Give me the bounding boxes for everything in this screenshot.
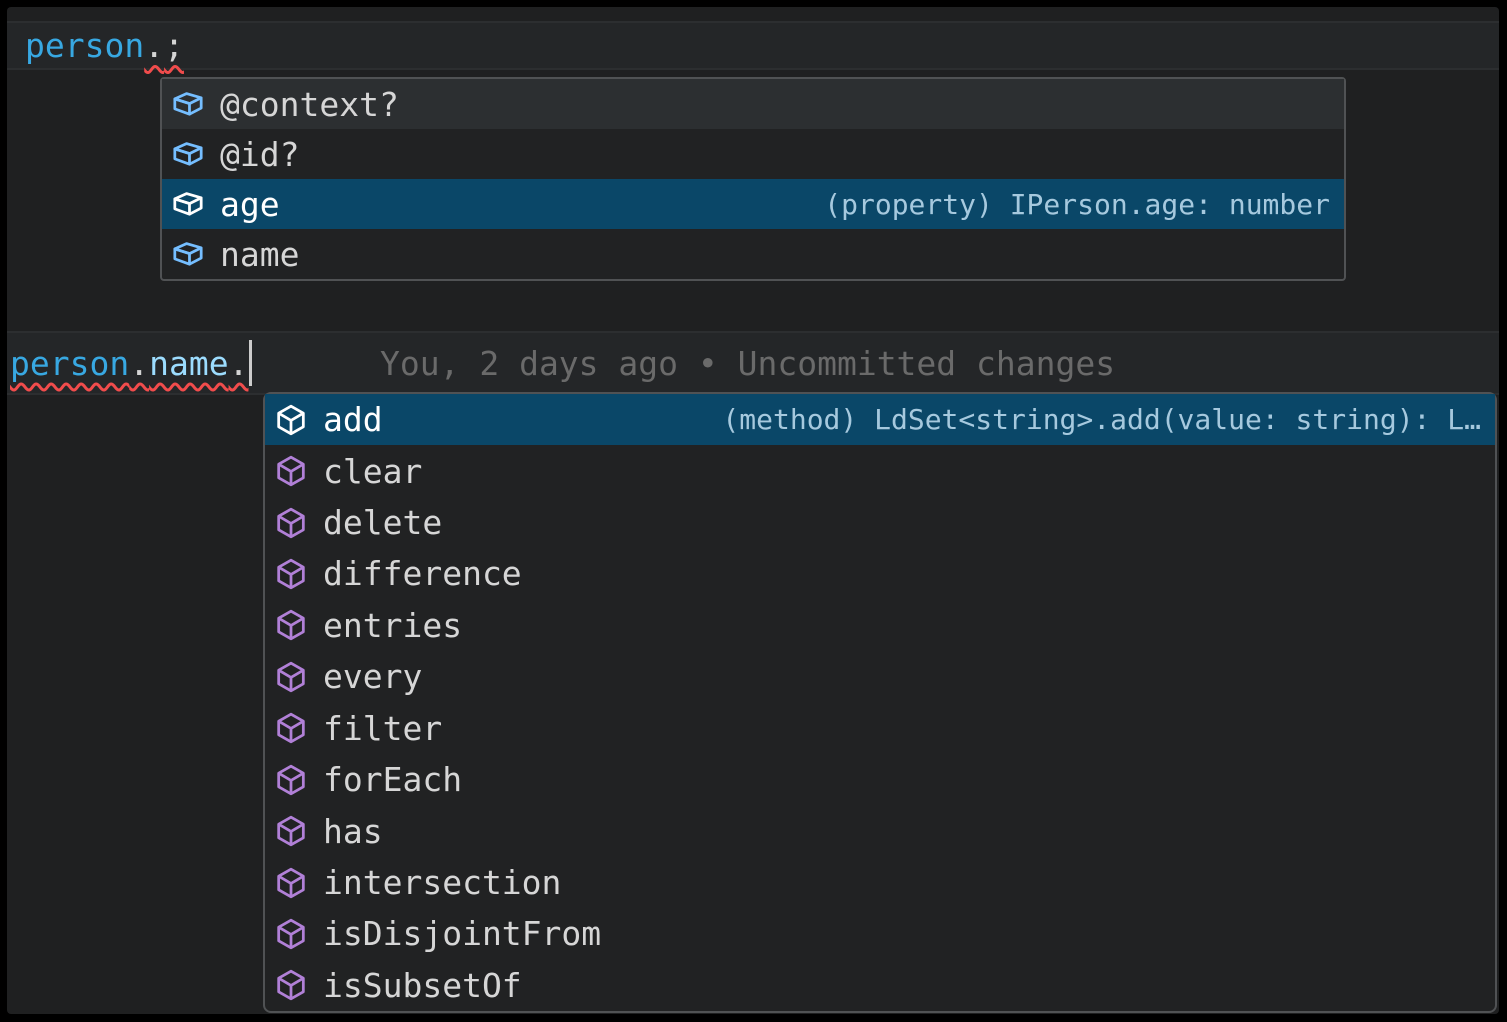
suggestion-label: delete [323, 503, 442, 542]
suggest-widget-properties: @context? @id? age (property) IPerson.ag… [160, 77, 1346, 281]
suggestion-detail: (method) LdSet<string>.add(value: string… [702, 403, 1481, 436]
suggestion-label: clear [323, 452, 422, 491]
code-editor[interactable]: person.; @context? @id? age (proper [7, 7, 1499, 1014]
suggestion-label: add [323, 400, 383, 439]
git-blame-annotation: You, 2 days ago • Uncommitted changes [380, 333, 1115, 393]
suggestion-item[interactable]: @context? [162, 79, 1344, 129]
suggest-widget-methods: add (method) LdSet<string>.add(value: st… [263, 392, 1497, 1013]
suggestion-item-selected[interactable]: age (property) IPerson.age: number [162, 179, 1344, 229]
symbol-method-icon [274, 403, 308, 437]
symbol-method-icon [274, 814, 308, 848]
text-cursor [249, 340, 252, 386]
code-token-dot: . [144, 26, 164, 65]
code-token-semicolon: ; [164, 26, 184, 65]
symbol-method-icon [274, 968, 308, 1002]
code-line-person-name[interactable]: person.name. [10, 333, 252, 393]
suggestion-item[interactable]: filter [265, 703, 1495, 754]
suggestion-label: @context? [220, 85, 399, 124]
suggestion-item[interactable]: entries [265, 600, 1495, 651]
symbol-field-icon [171, 187, 205, 221]
suggestion-label: intersection [323, 863, 561, 902]
suggestion-label: every [323, 657, 422, 696]
code-token-variable: person [25, 26, 144, 65]
symbol-field-icon [171, 237, 205, 271]
symbol-method-icon [274, 917, 308, 951]
symbol-method-icon [274, 608, 308, 642]
symbol-field-icon [171, 137, 205, 171]
suggestion-label: difference [323, 554, 522, 593]
code-token-dot: . [229, 344, 249, 383]
suggestion-item[interactable]: difference [265, 548, 1495, 599]
suggestion-item[interactable]: forEach [265, 754, 1495, 805]
suggestion-label: isSubsetOf [323, 966, 522, 1005]
suggestion-label: forEach [323, 760, 462, 799]
symbol-method-icon [274, 506, 308, 540]
suggestion-item-selected[interactable]: add (method) LdSet<string>.add(value: st… [265, 394, 1495, 445]
suggestion-label: filter [323, 709, 442, 748]
suggestion-item[interactable]: clear [265, 445, 1495, 496]
symbol-method-icon [274, 763, 308, 797]
suggestion-label: entries [323, 606, 462, 645]
symbol-method-icon [274, 660, 308, 694]
suggestion-item[interactable]: every [265, 651, 1495, 702]
suggestion-item[interactable]: name [162, 229, 1344, 279]
suggestion-item[interactable]: intersection [265, 857, 1495, 908]
suggestion-item[interactable]: isSubsetOf [265, 960, 1495, 1011]
suggestion-label: name [220, 235, 299, 274]
suggestion-label: isDisjointFrom [323, 914, 601, 953]
suggestion-item[interactable]: isDisjointFrom [265, 908, 1495, 959]
current-line-highlight [7, 21, 1499, 70]
suggestion-detail: (property) IPerson.age: number [804, 188, 1330, 221]
suggestion-item[interactable]: delete [265, 497, 1495, 548]
symbol-field-icon [171, 87, 205, 121]
symbol-method-icon [274, 454, 308, 488]
symbol-method-icon [274, 711, 308, 745]
code-token-property: name [149, 344, 228, 383]
suggestion-item[interactable]: has [265, 805, 1495, 856]
suggestion-item[interactable]: @id? [162, 129, 1344, 179]
code-token-variable: person [10, 344, 129, 383]
suggestion-label: age [220, 185, 280, 224]
symbol-method-icon [274, 866, 308, 900]
code-token-dot: . [129, 344, 149, 383]
symbol-method-icon [274, 557, 308, 591]
code-line-person-semicolon[interactable]: person.; [25, 21, 184, 70]
suggestion-label: @id? [220, 135, 299, 174]
screenshot-frame: person.; @context? @id? age (proper [0, 0, 1507, 1022]
suggestion-label: has [323, 812, 383, 851]
